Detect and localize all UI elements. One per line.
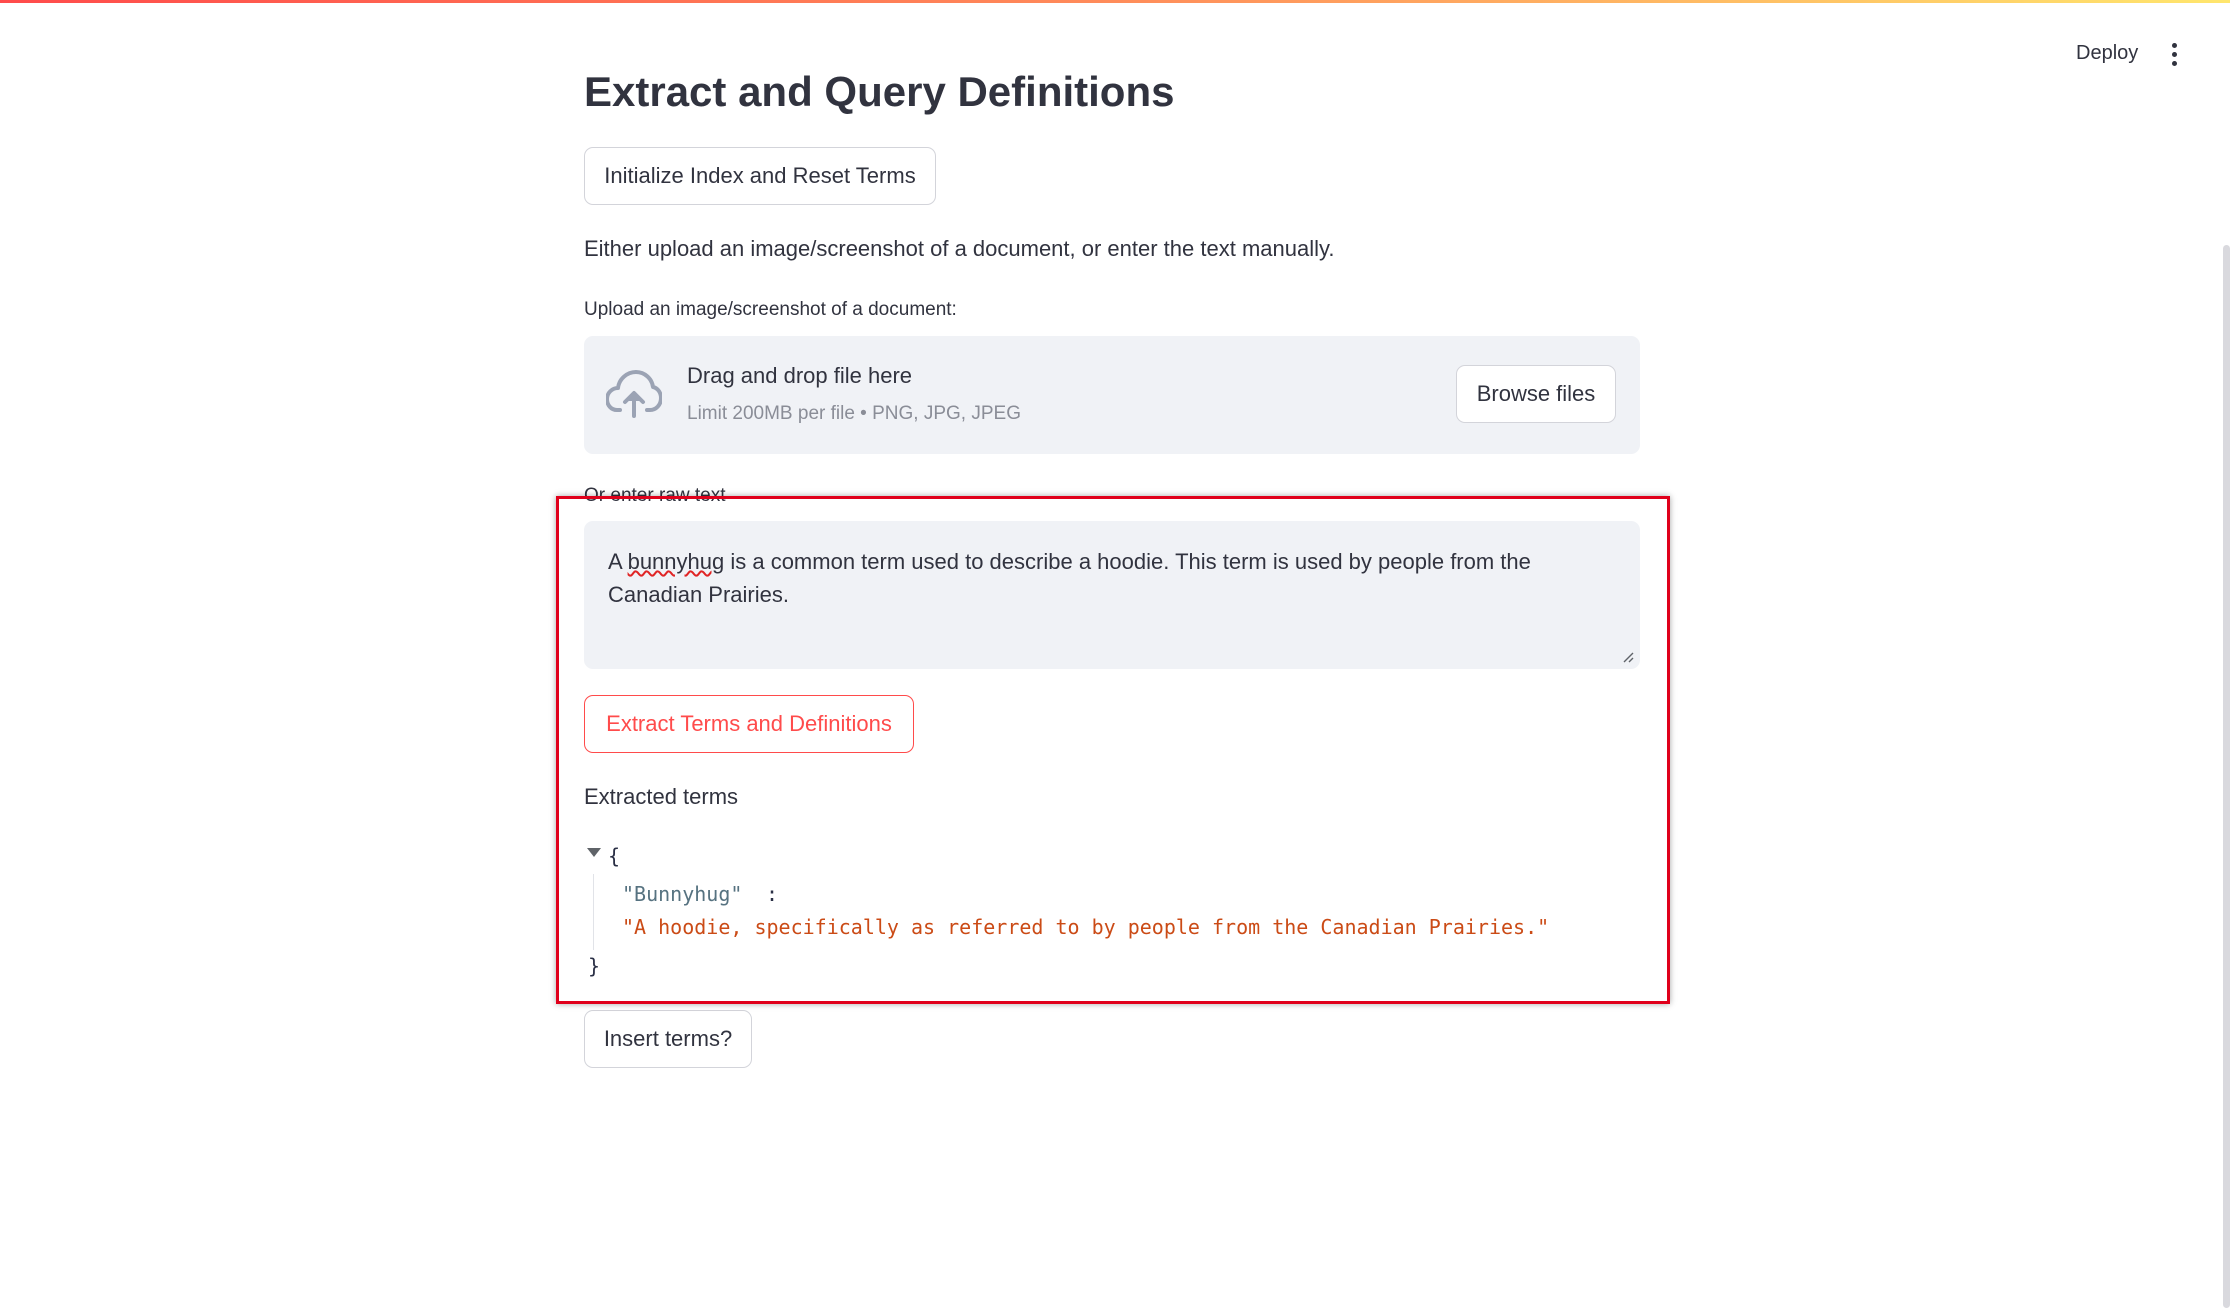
deploy-button[interactable]: Deploy xyxy=(2068,36,2146,71)
top-decoration-bar xyxy=(0,0,2230,3)
extract-terms-button[interactable]: Extract Terms and Definitions xyxy=(584,695,914,753)
cloud-upload-icon xyxy=(606,370,662,418)
json-value: "A hoodie, specifically as referred to b… xyxy=(622,915,1550,939)
kebab-menu-icon[interactable] xyxy=(2164,40,2184,70)
raw-text-prefix: A xyxy=(608,549,628,574)
uploader-label: Upload an image/screenshot of a document… xyxy=(584,299,957,320)
dropzone-limit-text: Limit 200MB per file • PNG, JPG, JPEG xyxy=(687,403,1021,424)
instructions-text: Either upload an image/screenshot of a d… xyxy=(584,236,1335,261)
raw-text-line2: Canadian Prairies. xyxy=(608,582,789,607)
json-colon: : xyxy=(766,882,779,906)
file-dropzone[interactable]: Drag and drop file here Limit 200MB per … xyxy=(584,336,1640,454)
json-indent-guide xyxy=(593,874,594,950)
insert-terms-button[interactable]: Insert terms? xyxy=(584,1010,752,1068)
json-open-brace: { xyxy=(608,844,621,868)
collapse-toggle-icon[interactable] xyxy=(587,848,601,857)
extracted-terms-label: Extracted terms xyxy=(584,784,739,809)
misspelled-word: bunnyhug xyxy=(627,549,725,574)
browse-files-button[interactable]: Browse files xyxy=(1456,365,1616,423)
json-close-brace: } xyxy=(588,954,601,978)
resize-grip-icon[interactable] xyxy=(1622,651,1634,663)
page-title: Extract and Query Definitions xyxy=(584,68,1175,115)
json-viewer: { "Bunnyhug" : "A hoodie, specifically a… xyxy=(584,840,1640,990)
raw-text-line1-rest: is a common term used to describe a hood… xyxy=(724,549,1531,574)
initialize-index-button[interactable]: Initialize Index and Reset Terms xyxy=(584,147,936,205)
page-scrollbar[interactable] xyxy=(2223,245,2230,1308)
dropzone-title: Drag and drop file here xyxy=(687,363,913,388)
raw-text-input[interactable]: A bunnyhug is a common term used to desc… xyxy=(584,521,1640,669)
json-key: "Bunnyhug" xyxy=(622,882,743,906)
raw-text-label: Or enter raw text xyxy=(584,485,726,506)
